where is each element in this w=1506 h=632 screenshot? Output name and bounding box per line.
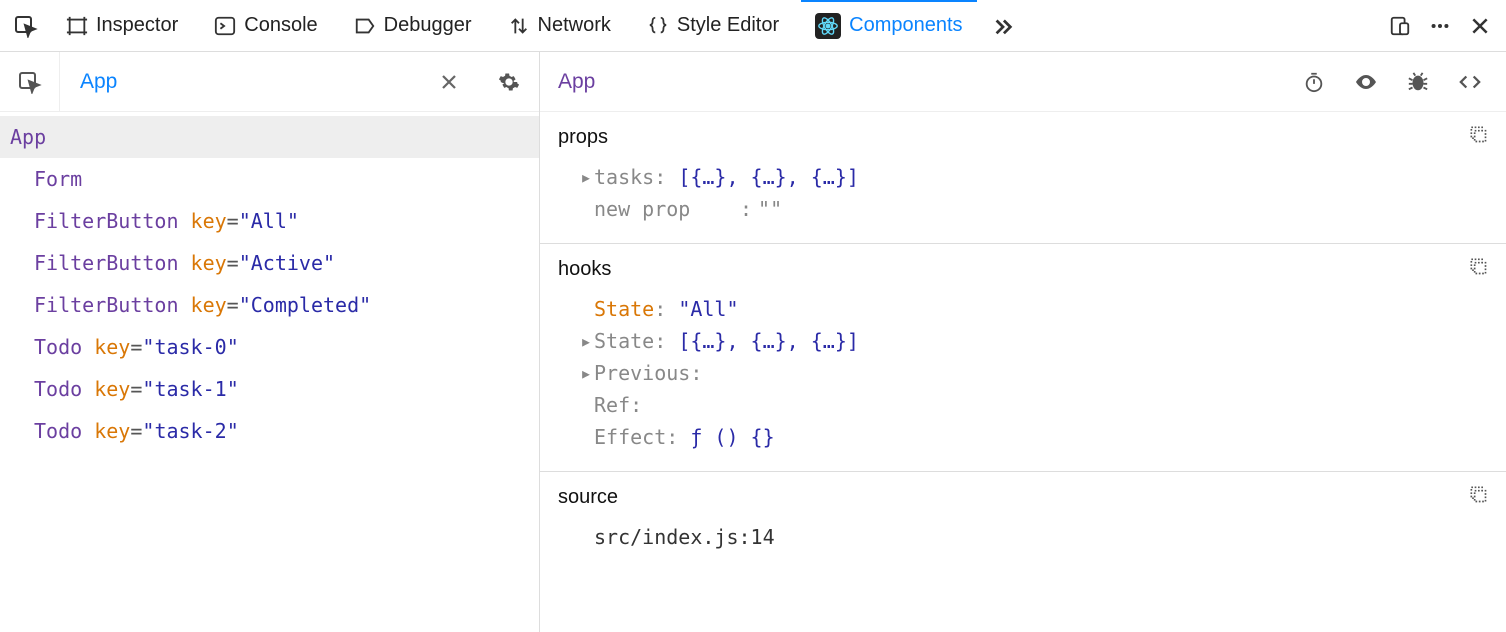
console-icon <box>214 15 236 37</box>
hooks-section-title: hooks <box>558 258 1488 281</box>
tree-row[interactable]: Todo key="task-2" <box>0 410 539 452</box>
copy-hooks-icon[interactable] <box>1468 256 1488 276</box>
tab-inspector-label: Inspector <box>96 14 178 37</box>
tab-style-editor[interactable]: Style Editor <box>633 4 793 47</box>
prop-row[interactable]: ▸State: [{…}, {…}, {…}] <box>558 325 1488 357</box>
tree-row[interactable]: FilterButton key="Completed" <box>0 284 539 326</box>
tab-debugger-label: Debugger <box>384 14 472 37</box>
tab-components[interactable]: Components <box>801 3 976 49</box>
tree-row[interactable]: Form <box>0 158 539 200</box>
overflow-tabs-icon[interactable] <box>985 8 1021 44</box>
bug-icon[interactable] <box>1400 64 1436 100</box>
prop-row[interactable]: ▸tasks: [{…}, {…}, {…}] <box>558 161 1488 193</box>
prop-row[interactable]: ▸State: "All" <box>558 293 1488 325</box>
new-prop-key-input[interactable] <box>594 197 734 221</box>
prop-row[interactable]: ▸Effect: ƒ () {} <box>558 421 1488 453</box>
prop-row[interactable]: ▸Previous: <box>558 357 1488 389</box>
tab-debugger[interactable]: Debugger <box>340 4 486 47</box>
tree-row[interactable]: Todo key="task-0" <box>0 326 539 368</box>
tab-network[interactable]: Network <box>494 4 625 47</box>
selected-component-title: App <box>558 70 1296 94</box>
responsive-mode-icon[interactable] <box>1382 8 1418 44</box>
tab-console[interactable]: Console <box>200 4 331 47</box>
tag-icon <box>354 15 376 37</box>
updown-arrows-icon <box>508 15 530 37</box>
view-source-icon[interactable] <box>1452 64 1488 100</box>
tab-components-label: Components <box>849 14 962 37</box>
copy-props-icon[interactable] <box>1468 124 1488 144</box>
inspect-element-icon[interactable] <box>8 8 44 44</box>
tree-row[interactable]: FilterButton key="All" <box>0 200 539 242</box>
expand-caret-icon[interactable]: ▸ <box>578 165 594 189</box>
tab-console-label: Console <box>244 14 317 37</box>
new-prop-value-input[interactable] <box>758 197 818 221</box>
meatballs-icon[interactable] <box>1422 8 1458 44</box>
prop-row[interactable]: ▸Ref: <box>558 389 1488 421</box>
tab-style-editor-label: Style Editor <box>677 14 779 37</box>
copy-source-icon[interactable] <box>1468 484 1488 504</box>
tab-inspector[interactable]: Inspector <box>52 4 192 47</box>
select-element-icon[interactable] <box>0 52 60 111</box>
close-devtools-icon[interactable] <box>1462 8 1498 44</box>
tree-row[interactable]: Todo key="task-1" <box>0 368 539 410</box>
expand-caret-icon[interactable]: ▸ <box>578 329 594 353</box>
source-location[interactable]: ▸ src/index.js:14 <box>558 521 1488 553</box>
expand-caret-icon[interactable]: ▸ <box>578 361 594 385</box>
new-prop-row: : <box>558 193 1488 225</box>
tree-row[interactable]: App <box>0 116 539 158</box>
clear-search-icon[interactable] <box>419 52 479 111</box>
suspend-icon[interactable] <box>1296 64 1332 100</box>
settings-icon[interactable] <box>479 52 539 111</box>
tree-row[interactable]: FilterButton key="Active" <box>0 242 539 284</box>
component-tree: AppFormFilterButton key="All"FilterButto… <box>0 112 539 456</box>
tab-network-label: Network <box>538 14 611 37</box>
component-search-input[interactable]: App <box>60 70 419 94</box>
frame-icon <box>66 15 88 37</box>
react-icon <box>815 13 841 39</box>
braces-icon <box>647 15 669 37</box>
source-section-title: source <box>558 486 1488 509</box>
props-section-title: props <box>558 126 1488 149</box>
eye-icon[interactable] <box>1348 64 1384 100</box>
